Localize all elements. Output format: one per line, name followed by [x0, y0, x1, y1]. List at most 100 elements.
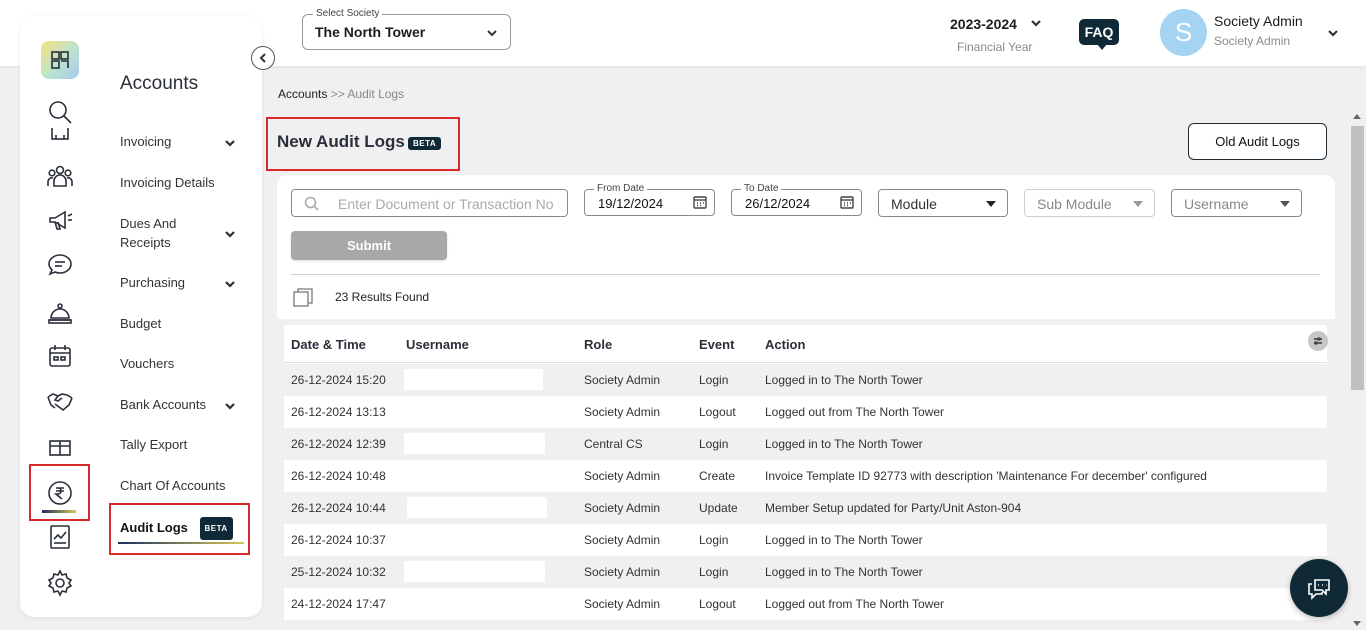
old-audit-logs-button[interactable]: Old Audit Logs	[1188, 123, 1327, 160]
sidebar-item-tally-export[interactable]: Tally Export	[120, 435, 187, 454]
breadcrumb-separator: >>	[327, 87, 348, 101]
sub-module-select[interactable]: Sub Module	[1024, 189, 1155, 217]
table-row[interactable]: 26-12-2024 10:48 Society Admin Create In…	[284, 460, 1327, 492]
table-row[interactable]: 24-12-2024 17:47 Society Admin Logout Lo…	[284, 588, 1327, 620]
redacted-username	[404, 369, 543, 390]
username-select-value: Username	[1184, 196, 1249, 212]
table-row[interactable]: 26-12-2024 15:20 Society Admin Login Log…	[284, 364, 1327, 396]
search-input[interactable]	[338, 194, 560, 214]
column-header-event[interactable]: Event	[699, 337, 734, 352]
sub-module-select-value: Sub Module	[1037, 196, 1112, 212]
column-header-role[interactable]: Role	[584, 337, 612, 352]
cell-role: Society Admin	[584, 405, 661, 419]
cell-event: Login	[699, 437, 729, 451]
table-row[interactable]: 26-12-2024 10:37 Society Admin Login Log…	[284, 524, 1327, 556]
society-select-value: The North Tower	[315, 24, 426, 40]
sidebar-item-invoicing[interactable]: Invoicing	[120, 132, 171, 151]
reception-bell-icon[interactable]	[42, 294, 78, 330]
table-row[interactable]: 26-12-2024 12:39 Central CS Login Logged…	[284, 428, 1327, 460]
settings-icon[interactable]	[42, 565, 78, 601]
username-select[interactable]: Username	[1171, 189, 1302, 217]
calendar-icon[interactable]	[42, 338, 78, 374]
cell-action: Logged in to The North Tower	[765, 533, 923, 547]
scroll-up-arrow-icon[interactable]	[1353, 114, 1361, 119]
table-row[interactable]: 26-12-2024 10:44 Society Admin Update Me…	[284, 492, 1327, 524]
table-header: Date & Time Username Role Event Action	[284, 325, 1328, 363]
cell-role: Society Admin	[584, 373, 661, 387]
cell-event: Login	[699, 533, 729, 547]
cell-action: Logged out from The North Tower	[765, 405, 944, 419]
to-date-field[interactable]: To Date 26/12/2024	[731, 183, 862, 216]
cell-role: Society Admin	[584, 597, 661, 611]
table-row[interactable]: 25-12-2024 10:32 Society Admin Login Log…	[284, 556, 1327, 588]
user-name[interactable]: Society Admin	[1214, 13, 1303, 29]
gift-icon[interactable]	[42, 428, 78, 464]
chat-support-button[interactable]	[1290, 559, 1348, 617]
column-header-username[interactable]: Username	[406, 337, 469, 352]
column-header-action[interactable]: Action	[765, 337, 805, 352]
to-date-label: To Date	[741, 183, 782, 194]
search-icon	[304, 196, 319, 211]
cell-event: Login	[699, 373, 729, 387]
chevron-down-icon[interactable]	[223, 277, 237, 291]
user-role: Society Admin	[1214, 34, 1291, 48]
cell-role: Central CS	[584, 437, 643, 451]
sidebar-item-invoicing-details[interactable]: Invoicing Details	[120, 173, 215, 192]
handshake-icon[interactable]	[42, 383, 78, 419]
people-icon[interactable]	[42, 158, 78, 194]
from-date-field[interactable]: From Date 19/12/2024	[584, 183, 715, 216]
faq-button[interactable]: FAQ	[1079, 19, 1119, 50]
collapse-sidebar-button[interactable]	[251, 46, 275, 70]
calendar-icon[interactable]	[840, 195, 854, 214]
cell-datetime: 26-12-2024 12:39	[291, 437, 386, 451]
cell-datetime: 25-12-2024 10:32	[291, 565, 386, 579]
from-date-value: 19/12/2024	[598, 196, 664, 211]
society-select[interactable]: Select Society The North Tower	[302, 8, 511, 50]
cell-role: Society Admin	[584, 501, 661, 515]
search-icon[interactable]	[42, 94, 78, 130]
sidebar-item-budget[interactable]: Budget	[120, 314, 161, 333]
sidebar-item-dues-and-receipts[interactable]: Dues And Receipts	[120, 214, 200, 252]
column-settings-icon[interactable]	[1308, 331, 1328, 351]
cell-role: Society Admin	[584, 565, 661, 579]
app-logo[interactable]	[41, 41, 79, 79]
scrollbar-thumb[interactable]	[1351, 126, 1364, 390]
cell-datetime: 26-12-2024 13:13	[291, 405, 386, 419]
avatar[interactable]: S	[1160, 9, 1207, 56]
sidebar-item-purchasing[interactable]: Purchasing	[120, 273, 185, 292]
cell-action: Logged in to The North Tower	[765, 565, 923, 579]
scroll-down-arrow-icon[interactable]	[1353, 621, 1361, 626]
chevron-down-icon[interactable]	[223, 136, 237, 150]
megaphone-icon[interactable]	[42, 202, 78, 238]
chevron-down-icon[interactable]	[223, 399, 237, 413]
cell-action: Logged in to The North Tower	[765, 437, 923, 451]
sidebar-item-chart-of-accounts[interactable]: Chart Of Accounts	[120, 476, 226, 495]
chevron-down-icon[interactable]	[223, 227, 237, 241]
breadcrumb-accounts-link[interactable]: Accounts	[278, 87, 327, 101]
module-select-value: Module	[891, 196, 937, 212]
chat-icon[interactable]	[42, 247, 78, 283]
sidebar-item-vouchers[interactable]: Vouchers	[120, 354, 174, 373]
report-icon[interactable]	[42, 519, 78, 555]
breadcrumb: Accounts >> Audit Logs	[278, 87, 404, 101]
cell-datetime: 24-12-2024 17:47	[291, 597, 386, 611]
module-select[interactable]: Module	[878, 189, 1008, 217]
breadcrumb-current: Audit Logs	[347, 87, 405, 101]
cell-event: Logout	[699, 597, 736, 611]
financial-year-value[interactable]: 2023-2024	[950, 16, 1017, 32]
building-icon[interactable]	[42, 128, 78, 146]
cell-action: Logged out from The North Tower	[765, 597, 944, 611]
highlight-audit-logs	[109, 503, 250, 555]
copy-icon[interactable]	[293, 288, 313, 308]
calendar-icon[interactable]	[693, 195, 707, 214]
submit-button[interactable]: Submit	[291, 231, 447, 260]
column-header-datetime[interactable]: Date & Time	[291, 337, 366, 352]
page-scrollbar[interactable]	[1349, 110, 1366, 630]
sidebar-item-bank-accounts[interactable]: Bank Accounts	[120, 395, 206, 414]
caret-down-icon	[986, 201, 996, 207]
chevron-down-icon[interactable]	[1030, 16, 1042, 34]
table-row[interactable]: 26-12-2024 13:13 Society Admin Logout Lo…	[284, 396, 1327, 428]
divider	[291, 274, 1320, 275]
user-menu-chevron-icon[interactable]	[1327, 26, 1339, 44]
search-input-wrapper[interactable]	[291, 189, 568, 217]
